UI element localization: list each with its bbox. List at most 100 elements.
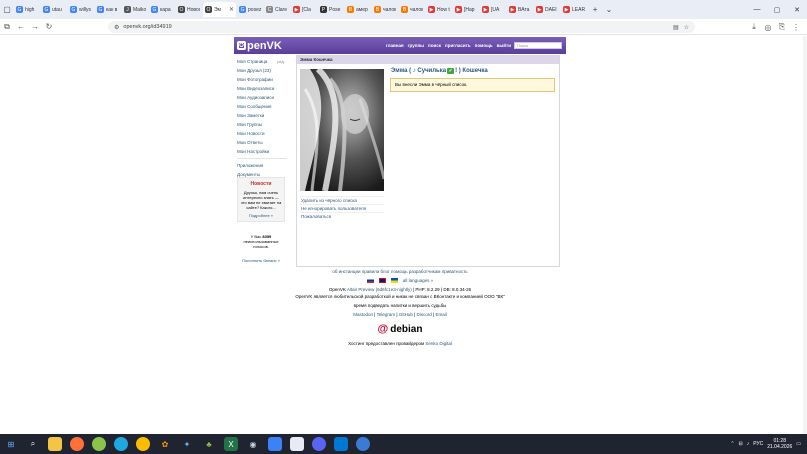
reader-mode-icon[interactable]: ▤ [673,24,679,31]
social-link[interactable]: Mastodon [353,312,373,317]
debian-logo[interactable]: @ debian [234,323,566,335]
clock[interactable]: 01:28 21.04.2026 [767,438,792,450]
search-input[interactable]: Поиск [514,42,562,49]
nav-5[interactable]: выйти [497,43,511,48]
edit-link[interactable]: ред. [277,57,285,66]
ovk-logo[interactable]: O penVK [237,40,282,52]
social-link[interactable]: GitHub [399,312,413,317]
all-languages-link[interactable]: all languages » [403,278,433,283]
browser-tab[interactable]: P Pose [318,2,344,17]
profile-action-link[interactable]: Удалить из чёрного списка [300,196,384,204]
maximize-button[interactable]: ▢ [767,6,787,14]
page-scrollbar[interactable] [803,36,807,434]
footer-link[interactable]: блог [381,269,390,274]
browser-tab[interactable]: O Новос [176,2,202,17]
profile-avatar[interactable] [300,69,384,191]
minimize-button[interactable]: — [747,6,767,13]
browser-tab[interactable]: ▶ ВАта [507,2,533,17]
favorite-star-icon[interactable]: ☆ [684,24,689,31]
photos-icon[interactable] [268,437,282,451]
social-link[interactable]: Email [435,312,446,317]
tab-close-icon[interactable]: ✕ [229,6,234,13]
sidebar-item[interactable]: Моя Страница ред. [237,57,287,66]
menu-icon[interactable]: ⋮ [789,20,803,34]
browser-tab[interactable]: ▶ [UA [480,2,506,17]
discord-icon[interactable] [312,437,326,451]
profile-action-link[interactable]: Не игнорировать пользователя [300,204,384,212]
vscode-icon[interactable] [334,437,348,451]
excel-icon[interactable]: X [224,437,238,451]
paint-icon[interactable] [290,437,304,451]
sidebar-item[interactable]: Мои Настройки [237,147,287,156]
nav-1[interactable]: группы [408,43,424,48]
collections-icon[interactable]: ⎘ [775,20,789,34]
nav-2[interactable]: поиск [428,43,441,48]
browser-tab[interactable]: J Maiko [122,2,148,17]
search-icon[interactable]: ⌕ [26,437,40,451]
close-window-button[interactable]: ✕ [787,6,807,14]
sidebar-item[interactable]: Мои Видеозаписи [237,84,287,93]
browser-tab[interactable]: Ghigh [14,2,40,17]
browser-tab[interactable]: ▶ DAEI [534,2,560,17]
sidebar-item[interactable]: Мои Сообщения [237,102,287,111]
version-link[interactable]: Altair Preview (6d6fc1e3-nightly) [347,287,412,292]
windows-start-icon[interactable]: ⊞ [4,437,18,451]
browser-tab[interactable]: Gкак в [95,2,121,17]
game-icon[interactable]: ✿ [158,437,172,451]
browser-tab[interactable]: Gкара [149,2,175,17]
profile-action-link[interactable]: Пожаловаться [300,212,384,220]
app-green-icon[interactable] [92,437,106,451]
workspaces-icon[interactable]: ⧉ [0,20,14,34]
hosting-link[interactable]: Senko Digital [425,341,452,346]
sidebar-item[interactable]: Мои Аудиозаписи [237,93,287,102]
language-indicator[interactable]: РУС [753,441,763,447]
notifications-icon[interactable]: ▭ [796,441,801,447]
reload-button[interactable]: ↻ [42,20,56,34]
sidebar-item[interactable]: Мои Ответы [237,138,287,147]
forward-button[interactable]: → [28,20,42,34]
sidebar-item[interactable]: Мои Фотографии [237,75,287,84]
browser-tab[interactable]: Bчалов [372,2,398,17]
footer-link[interactable]: правила [362,269,379,274]
nav-4[interactable]: помощь [475,43,493,48]
extensions-icon[interactable]: ◎ [761,20,775,34]
social-link[interactable]: Discord [417,312,432,317]
sidebar-item[interactable]: Мои Друзья (23) [237,66,287,75]
app-tree-icon[interactable]: ♣ [202,437,216,451]
download-icon[interactable]: ⤓ [747,20,761,34]
app-blue-icon[interactable]: ✦ [180,437,194,451]
sidebar-item[interactable]: Мои Новости [237,129,287,138]
topup-link[interactable]: Пополнить баланс » [237,258,285,263]
footer-link[interactable]: приватность [442,269,468,274]
browser-tab[interactable]: ▶ [Cla [291,2,317,17]
steam-icon[interactable]: ◉ [246,437,260,451]
browser-tab[interactable]: Gwillys [68,2,94,17]
browser-tab[interactable]: C Clare [264,2,290,17]
flag-ua-icon[interactable] [390,278,398,283]
tab-list-chevron-icon[interactable]: ⌄ [602,3,616,17]
footer-link[interactable]: помощь [391,269,408,274]
volume-icon[interactable]: ♪ [747,441,750,447]
footer-link[interactable]: разработчикам [409,269,441,274]
nav-0[interactable]: главная [386,43,404,48]
flag-uk-icon[interactable] [378,278,386,283]
edge-icon[interactable] [114,437,128,451]
new-tab-button[interactable]: + [588,3,602,17]
browser-tab[interactable]: Gposez [237,2,263,17]
sidebar-item[interactable]: Мои Группы [237,120,287,129]
browser-active-icon[interactable] [356,437,370,451]
network-icon[interactable]: ⊟ [739,441,743,447]
firefox-icon[interactable] [70,437,84,451]
browser-tab[interactable]: Gutau [41,2,67,17]
flag-ru-icon[interactable] [366,278,374,283]
browser-tab[interactable]: ▶ [Нар [453,2,479,17]
news-more-link[interactable]: Подробнее » [238,210,284,221]
back-button[interactable]: ← [14,20,28,34]
social-link[interactable]: Telegram [377,312,396,317]
tray-chevron-icon[interactable]: ⌃ [730,441,734,447]
site-info-icon[interactable]: ⚙ [114,24,119,31]
browser-tab[interactable]: ▶ LEAR [561,2,587,17]
chrome-icon[interactable] [136,437,150,451]
browser-tab[interactable]: O Эм ✕ [203,2,237,17]
footer-link[interactable]: об инстанции [332,269,360,274]
